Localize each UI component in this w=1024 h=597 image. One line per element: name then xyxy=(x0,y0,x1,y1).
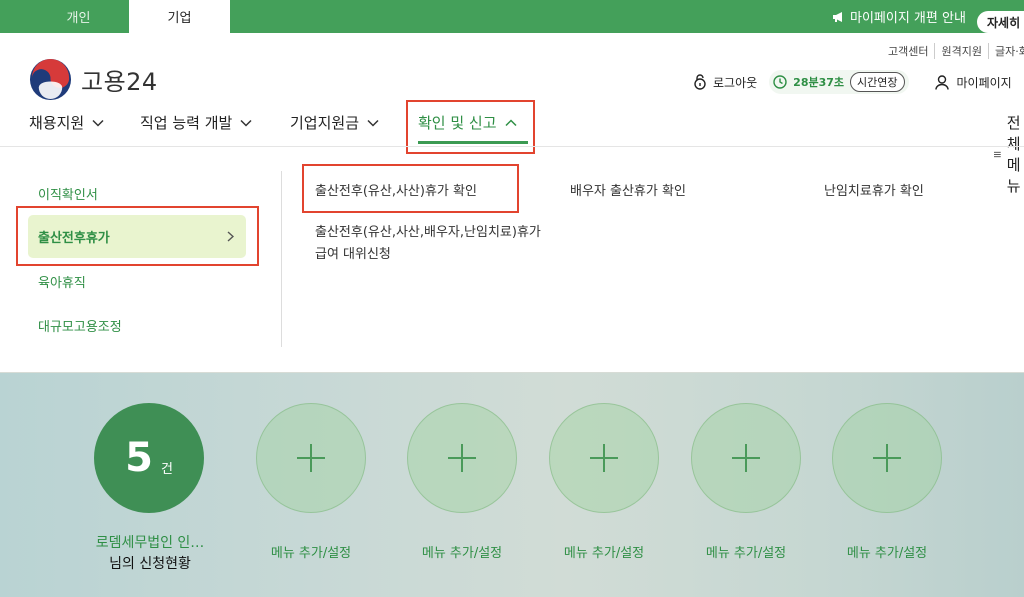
add-menu-label: 메뉴 추가/설정 xyxy=(270,546,352,561)
left-menu-resignation-confirm[interactable]: 이직확인서 xyxy=(38,184,98,203)
nav-label: 기업지원금 xyxy=(290,114,360,132)
customer-center-link[interactable]: 고객센터 xyxy=(888,43,934,59)
nav-divider xyxy=(0,146,1024,147)
add-menu-button[interactable] xyxy=(407,403,517,513)
user-icon xyxy=(934,74,949,90)
logo-text: 고용24 xyxy=(81,68,158,96)
add-menu-button[interactable] xyxy=(832,403,942,513)
chevron-down-icon xyxy=(240,119,252,127)
left-menu-parental-leave[interactable]: 육아휴직 xyxy=(38,272,86,291)
sub-spouse-leave-confirm[interactable]: 배우자 출산휴가 확인 xyxy=(570,181,686,203)
left-menu-mass-employment-adjust[interactable]: 대규모고용조정 xyxy=(38,316,122,335)
add-menu-button[interactable] xyxy=(549,403,659,513)
sub-infertility-leave-confirm[interactable]: 난임치료휴가 확인 xyxy=(824,181,924,203)
count-number: 5 xyxy=(125,435,153,481)
add-menu-button[interactable] xyxy=(691,403,801,513)
logout-button[interactable]: 로그아웃 xyxy=(693,74,757,91)
logout-label: 로그아웃 xyxy=(713,75,758,90)
plus-icon xyxy=(873,444,901,472)
all-menu-button[interactable]: 전체메뉴 xyxy=(994,112,1024,196)
plus-icon xyxy=(732,444,760,472)
extend-session-button[interactable]: 시간연장 xyxy=(850,72,905,92)
mypage-label: 마이페이지 xyxy=(956,75,1012,90)
font-size-link[interactable]: 글자·화면 xyxy=(987,43,1024,59)
add-menu-label: 메뉴 추가/설정 xyxy=(421,546,503,561)
notice[interactable]: 마이페이지 개편 안내 xyxy=(832,0,966,33)
add-menu-button[interactable] xyxy=(256,403,366,513)
plus-icon xyxy=(297,444,325,472)
all-menu-label: 전체메뉴 xyxy=(1006,114,1021,195)
highlight-box-sub-item xyxy=(302,164,519,213)
remote-support-link[interactable]: 원격지원 xyxy=(934,43,987,59)
application-count-badge[interactable]: 5 건 xyxy=(94,403,204,513)
add-menu-label: 메뉴 추가/설정 xyxy=(563,546,645,561)
chevron-down-icon xyxy=(367,119,379,127)
tab-person[interactable]: 개인 xyxy=(28,0,129,33)
plus-icon xyxy=(590,444,618,472)
sub-subrogation-application[interactable]: 출산전후(유산,사산,배우자,난임치료)휴가 급여 대위신청 xyxy=(315,222,547,266)
plus-icon xyxy=(448,444,476,472)
session-timer: 28분37초 시간연장 xyxy=(769,70,909,94)
logo[interactable]: 고용24 xyxy=(29,58,158,101)
nav-skill-development[interactable]: 직업 능력 개발 xyxy=(140,112,252,133)
timer-value: 28분37초 xyxy=(793,76,845,89)
nav-recruit-support[interactable]: 채용지원 xyxy=(29,112,104,133)
clock-icon xyxy=(773,75,787,89)
lock-icon xyxy=(694,74,706,90)
hamburger-icon xyxy=(994,151,1001,157)
tab-business[interactable]: 기업 xyxy=(129,0,230,33)
nav-label: 직업 능력 개발 xyxy=(140,114,233,132)
detail-button[interactable]: 자세히 보기 xyxy=(977,11,1024,33)
dropdown-separator xyxy=(281,171,282,347)
company-name: 로뎀세무법인 인… xyxy=(95,535,205,551)
taegeuk-logo-icon xyxy=(29,58,72,101)
megaphone-icon xyxy=(833,11,842,22)
mypage-link[interactable]: 마이페이지 xyxy=(934,74,1012,91)
utility-links: 고객센터 원격지원 글자·화면 xyxy=(888,43,1024,59)
nav-company-subsidy[interactable]: 기업지원금 xyxy=(290,112,379,133)
add-menu-label: 메뉴 추가/설정 xyxy=(705,546,787,561)
nav-label: 채용지원 xyxy=(29,114,85,132)
add-menu-label: 메뉴 추가/설정 xyxy=(846,546,928,561)
header-actions: 로그아웃 28분37초 시간연장 마이페이지 xyxy=(693,70,1012,94)
notice-text: 마이페이지 개편 안내 xyxy=(850,11,966,26)
highlight-box-left-menu xyxy=(16,206,259,266)
count-unit: 건 xyxy=(160,461,173,477)
chevron-down-icon xyxy=(92,119,104,127)
application-status-text: 님의 신청현황 xyxy=(109,556,191,572)
